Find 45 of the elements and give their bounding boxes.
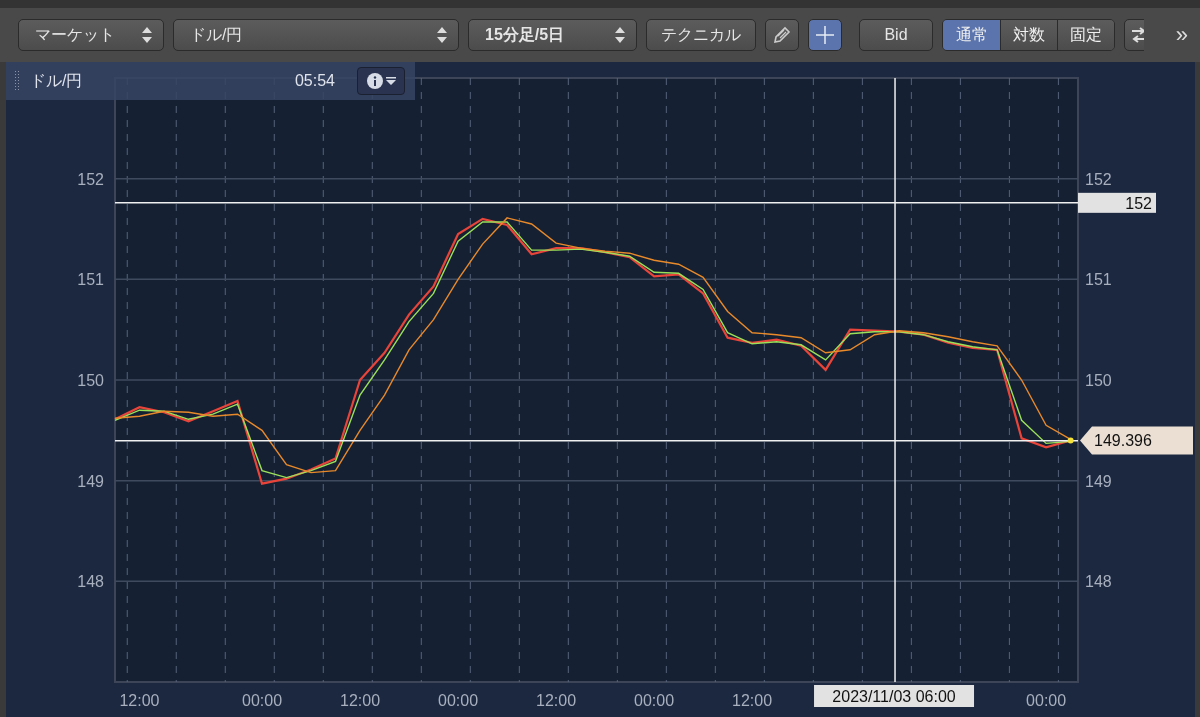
ref-line-label: 152 [1125, 194, 1153, 212]
info-menu-button[interactable] [357, 67, 405, 95]
axis-label: 151 [77, 271, 104, 289]
panel-title: ドル/円 [30, 70, 84, 91]
axis-label: 148 [1085, 573, 1112, 591]
axis-label: 149 [1085, 472, 1112, 490]
axis-label: 12:00 [119, 692, 160, 709]
scale-mode-tab[interactable]: 固定 [1057, 20, 1114, 50]
crosshair-tool-button[interactable] [808, 19, 842, 51]
axis-label: 00:00 [1026, 692, 1067, 709]
pencil-tool-button[interactable] [765, 19, 799, 51]
dropdown-select[interactable]: 15分足/5日 [468, 19, 637, 51]
current-price-tag: 149.396 [1080, 426, 1193, 455]
up-down-caret-icon [436, 26, 448, 44]
axis-label: 152 [1085, 170, 1112, 188]
axis-label: 148 [77, 573, 104, 591]
axis-label: 149 [77, 472, 104, 490]
info-icon [366, 73, 383, 89]
dropdown-select[interactable]: ドル/円 [173, 19, 459, 51]
crosshair-time-label: 2023/11/03 06:00 [814, 685, 975, 707]
toolbar-button[interactable]: テクニカル [646, 19, 756, 51]
axis-label: 152 [77, 170, 104, 188]
axis-label: 00:00 [242, 692, 283, 709]
axis-label: 12:00 [340, 692, 381, 709]
axis-label: 12:00 [732, 692, 773, 709]
overflow-button[interactable]: » [1171, 22, 1192, 48]
scale-mode-tab[interactable]: 対数 [1000, 20, 1057, 50]
up-down-caret-icon [614, 26, 626, 44]
pencil-icon [772, 25, 792, 45]
dropdown-select[interactable]: マーケット [18, 19, 164, 51]
arrows-icon [1131, 26, 1144, 44]
caret-icon [385, 77, 396, 85]
scale-mode-tab[interactable]: 通常 [943, 20, 1000, 50]
crosshair-icon [815, 25, 835, 45]
up-down-caret-icon [141, 26, 153, 44]
panel-time: 05:54 [294, 72, 335, 90]
axis-label: 150 [1085, 372, 1112, 389]
axis-label: 00:00 [634, 692, 675, 709]
crosshair-price-label: 152 [1078, 192, 1156, 213]
last-price-dot [1067, 437, 1074, 444]
axis-label: 00:00 [438, 692, 479, 709]
toolbar-button[interactable]: Bid [859, 19, 933, 51]
axis-label: 12:00 [536, 692, 577, 709]
axis-label: 151 [1085, 271, 1112, 289]
axis-label: 150 [77, 372, 104, 389]
